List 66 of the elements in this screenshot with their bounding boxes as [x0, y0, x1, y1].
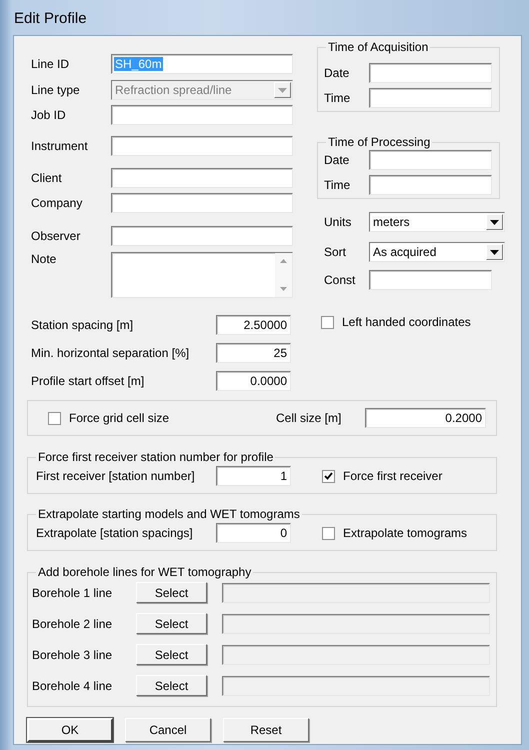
field-label: Borehole 1 line — [32, 586, 114, 600]
field-label: Units — [324, 215, 352, 229]
checkbox-label[interactable]: Extrapolate tomograms — [343, 526, 468, 540]
text-field[interactable] — [111, 136, 293, 156]
dropdown[interactable]: As acquired — [369, 242, 505, 262]
text-area[interactable] — [111, 252, 293, 298]
checkbox-label[interactable]: Force first receiver — [343, 469, 442, 483]
field-label: Extrapolate [station spacings] — [36, 526, 194, 540]
text-field[interactable] — [369, 150, 492, 170]
text-field[interactable] — [111, 105, 293, 125]
text-field[interactable]: 25 — [216, 343, 291, 363]
field-label: Instrument — [31, 139, 89, 153]
checkbox[interactable] — [48, 412, 61, 424]
text-field[interactable]: 0.2000 — [365, 408, 486, 428]
field-label: Date — [324, 153, 350, 167]
text-field[interactable]: 2.50000 — [216, 315, 291, 335]
field-label: Observer — [31, 229, 82, 243]
text-field[interactable]: 0 — [216, 523, 291, 543]
group-title: Time of Acquisition — [326, 40, 430, 54]
dialog-button[interactable]: Reset — [223, 718, 309, 742]
group-title: Time of Processing — [326, 135, 432, 149]
caret-icon — [490, 250, 499, 254]
checkbox[interactable] — [322, 470, 335, 482]
field-label: Borehole 2 line — [32, 616, 114, 630]
checkbox-label[interactable]: Left handed coordinates — [342, 315, 471, 329]
text-field[interactable] — [111, 226, 293, 246]
field-label: Job ID — [31, 108, 67, 122]
text-field[interactable] — [369, 63, 492, 83]
field-label: Line type — [31, 83, 81, 97]
group-title: Add borehole lines for WET tomography — [36, 565, 254, 579]
field-label: Note — [31, 252, 58, 266]
field-label: Borehole 4 line — [32, 678, 114, 692]
group-title: Extrapolate starting models and WET tomograms — [36, 507, 302, 521]
field-label: Min. horizontal separation [%] — [31, 346, 190, 360]
field-label: Company — [31, 196, 84, 210]
caret-icon — [490, 220, 499, 224]
dialog-button[interactable]: Cancel — [125, 718, 211, 742]
field-label: Const — [324, 273, 356, 287]
text-field[interactable] — [111, 193, 293, 213]
scroll-up-icon[interactable] — [280, 259, 287, 263]
field-label: Cell size [m] — [276, 411, 342, 425]
text-field[interactable]: 0.0000 — [216, 371, 291, 391]
window-title: Edit Profile — [14, 10, 87, 27]
field-label: Date — [324, 66, 350, 80]
caret-icon — [278, 88, 287, 92]
text-field[interactable] — [369, 88, 492, 108]
group-title: Force first receiver station number for profile — [36, 450, 276, 464]
scroll-down-icon[interactable] — [280, 287, 287, 291]
checkbox-label[interactable]: Force grid cell size — [69, 411, 170, 425]
field-label: Sort — [324, 245, 348, 259]
text-field[interactable] — [369, 175, 492, 195]
field-label: Line ID — [31, 57, 70, 71]
field-label: Profile start offset [m] — [31, 374, 146, 388]
text-field[interactable] — [111, 168, 293, 188]
field-label: Time — [324, 91, 352, 105]
field-label: Client — [31, 171, 63, 185]
field-label: First receiver [station number] — [36, 469, 196, 483]
checkbox[interactable] — [321, 316, 334, 328]
ok-button[interactable]: OK — [27, 718, 113, 742]
field-label: Time — [324, 178, 352, 192]
checkbox[interactable] — [322, 526, 335, 540]
dropdown[interactable]: meters — [369, 212, 505, 232]
field-label: Borehole 3 line — [32, 648, 114, 662]
text-field[interactable]: 1 — [216, 466, 291, 486]
text-field[interactable] — [369, 270, 492, 290]
field-label: Station spacing [m] — [31, 318, 134, 332]
